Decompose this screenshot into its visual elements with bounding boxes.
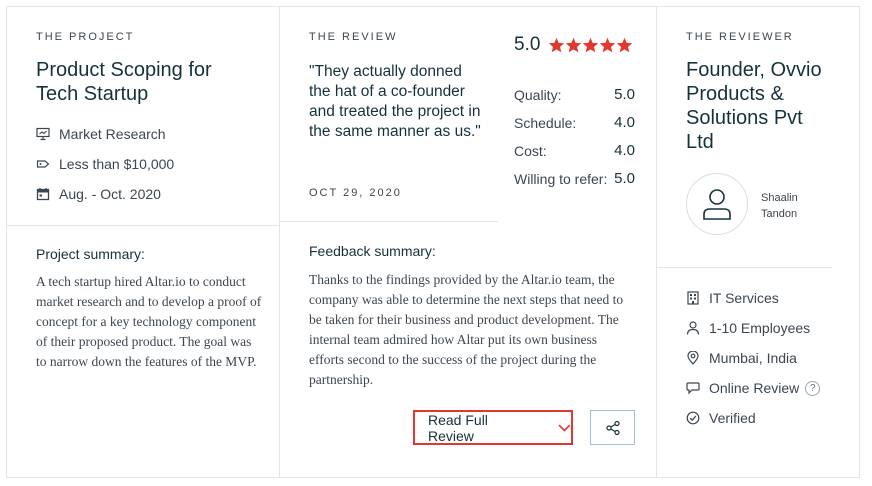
reviewer-industry-label: IT Services bbox=[709, 290, 779, 306]
review-eyebrow: THE REVIEW bbox=[309, 31, 398, 43]
score-quality-value: 5.0 bbox=[614, 86, 635, 103]
project-divider bbox=[6, 225, 279, 226]
feedback-heading: Feedback summary: bbox=[309, 243, 436, 259]
star-icon bbox=[566, 37, 582, 53]
score-schedule-value: 4.0 bbox=[614, 114, 635, 131]
project-summary-heading: Project summary: bbox=[36, 246, 145, 262]
reviewer-name: Shaalin Tandon bbox=[761, 190, 798, 222]
star-icon bbox=[600, 37, 616, 53]
score-refer-label: Willing to refer: bbox=[514, 171, 608, 187]
reviewer-industry: IT Services bbox=[686, 290, 779, 306]
reviewer-size: 1-10 Employees bbox=[686, 320, 810, 336]
read-full-review-button[interactable]: Read Full Review bbox=[413, 410, 573, 445]
project-summary: A tech startup hired Altar.io to conduct… bbox=[36, 274, 262, 369]
star-rating bbox=[548, 37, 633, 53]
score-schedule-label: Schedule: bbox=[514, 115, 577, 131]
share-icon bbox=[605, 420, 620, 435]
reviewer-eyebrow: THE REVIEWER bbox=[686, 31, 794, 43]
project-service-label: Market Research bbox=[59, 126, 166, 142]
price-tag-icon bbox=[36, 160, 50, 168]
user-icon bbox=[703, 189, 731, 220]
project-dates-label: Aug. - Oct. 2020 bbox=[59, 186, 161, 202]
help-icon[interactable]: ? bbox=[805, 380, 821, 396]
read-full-review-label: Read Full Review bbox=[428, 411, 488, 444]
reviewer-source-label: Online Review bbox=[709, 380, 800, 396]
reviewer-title: Founder, Ovvio Products & Solutions Pvt … bbox=[686, 59, 822, 153]
project-budget: Less than $10,000 bbox=[36, 156, 174, 172]
overall-rating: 5.0 bbox=[514, 34, 633, 56]
feedback-summary: Thanks to the findings provided by the A… bbox=[309, 272, 624, 387]
project-eyebrow: THE PROJECT bbox=[36, 31, 135, 43]
review-divider bbox=[280, 221, 498, 222]
reviewer-divider bbox=[657, 267, 832, 268]
review-date: OCT 29, 2020 bbox=[309, 187, 402, 199]
chevron-down-icon bbox=[558, 423, 571, 432]
score-quality-label: Quality: bbox=[514, 87, 562, 103]
project-dates: Aug. - Oct. 2020 bbox=[36, 186, 161, 202]
reviewer-verified: Verified bbox=[686, 410, 756, 426]
building-icon bbox=[687, 291, 699, 305]
score-cost-label: Cost: bbox=[514, 143, 547, 159]
overall-rating-value: 5.0 bbox=[514, 34, 541, 55]
reviewer-size-label: 1-10 Employees bbox=[709, 320, 811, 336]
reviewer-location: Mumbai, India bbox=[686, 350, 797, 366]
review-quote: "They actually donned the hat of a co-fo… bbox=[309, 63, 481, 140]
reviewer-verified-label: Verified bbox=[709, 410, 756, 426]
project-service: Market Research bbox=[36, 126, 166, 142]
star-icon bbox=[549, 37, 565, 53]
avatar bbox=[686, 173, 748, 235]
reviewer-source: Online Review ? bbox=[686, 380, 821, 396]
reviewer-location-label: Mumbai, India bbox=[709, 350, 797, 366]
star-icon bbox=[617, 37, 633, 53]
check-circle-icon bbox=[686, 411, 700, 425]
location-pin-icon bbox=[687, 351, 699, 365]
presentation-icon bbox=[36, 127, 50, 141]
column-divider-2 bbox=[656, 6, 657, 478]
score-refer-value: 5.0 bbox=[614, 170, 635, 187]
column-divider-1 bbox=[279, 6, 280, 478]
reviewer-last-name: Tandon bbox=[761, 208, 798, 220]
person-icon bbox=[686, 321, 700, 335]
calendar-icon bbox=[36, 188, 50, 201]
star-icon bbox=[583, 37, 599, 53]
chat-bubble-icon bbox=[686, 382, 700, 395]
project-budget-label: Less than $10,000 bbox=[59, 156, 175, 172]
project-title: Product Scoping for Tech Startup bbox=[36, 59, 212, 105]
reviewer-first-name: Shaalin bbox=[761, 192, 798, 204]
share-button[interactable] bbox=[590, 410, 635, 445]
score-cost-value: 4.0 bbox=[614, 142, 635, 159]
